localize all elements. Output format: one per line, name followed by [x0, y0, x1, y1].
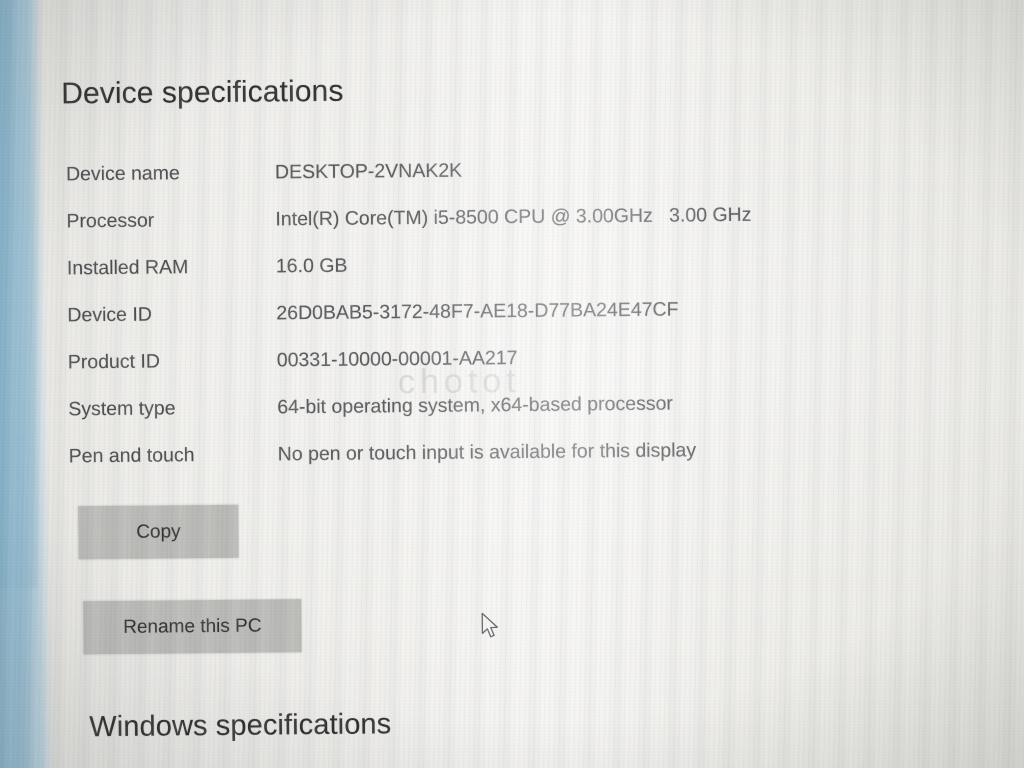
spec-value-processor: Intel(R) Core(TM) i5-8500 CPU @ 3.00GHz …	[275, 203, 752, 231]
spec-row-device-name: Device name DESKTOP-2VNAK2K	[66, 155, 946, 210]
spec-label-installed-ram: Installed RAM	[66, 256, 189, 280]
windows-specifications-heading: Windows specifications	[89, 708, 392, 744]
spec-label-device-name: Device name	[65, 162, 180, 186]
photographed-screen: Device specifications Device name DESKTO…	[0, 0, 1024, 768]
spec-value-product-id: 00331-10000-00001-AA217	[276, 347, 518, 372]
spec-label-product-id: Product ID	[67, 350, 161, 374]
device-specifications-list: Device name DESKTOP-2VNAK2K Processor In…	[66, 155, 949, 492]
spec-row-processor: Processor Intel(R) Core(TM) i5-8500 CPU …	[66, 202, 946, 257]
spec-value-pen-and-touch: No pen or touch input is available for t…	[277, 439, 697, 466]
spec-label-device-id: Device ID	[67, 303, 152, 327]
device-specifications-heading: Device specifications	[61, 74, 344, 111]
spec-value-device-name: DESKTOP-2VNAK2K	[274, 159, 463, 184]
spec-row-system-type: System type 64-bit operating system, x64…	[68, 390, 948, 445]
spec-row-device-id: Device ID 26D0BAB5-3172-48F7-AE18-D77BA2…	[67, 296, 947, 351]
settings-about-page: Device specifications Device name DESKTO…	[0, 0, 1024, 768]
arrow-pointer-icon	[481, 612, 499, 638]
spec-label-pen-and-touch: Pen and touch	[68, 444, 195, 468]
spec-value-installed-ram: 16.0 GB	[275, 254, 348, 278]
spec-value-system-type: 64-bit operating system, x64-based proce…	[277, 392, 673, 419]
spec-label-processor: Processor	[66, 209, 155, 233]
spec-row-product-id: Product ID 00331-10000-00001-AA217	[68, 343, 948, 398]
spec-value-device-id: 26D0BAB5-3172-48F7-AE18-D77BA24E47CF	[276, 298, 679, 325]
rename-this-pc-button[interactable]: Rename this PC	[83, 599, 302, 655]
spec-row-pen-and-touch: Pen and touch No pen or touch input is a…	[69, 437, 949, 492]
spec-label-system-type: System type	[68, 397, 176, 421]
spec-row-installed-ram: Installed RAM 16.0 GB	[67, 249, 947, 304]
copy-button[interactable]: Copy	[78, 504, 239, 560]
